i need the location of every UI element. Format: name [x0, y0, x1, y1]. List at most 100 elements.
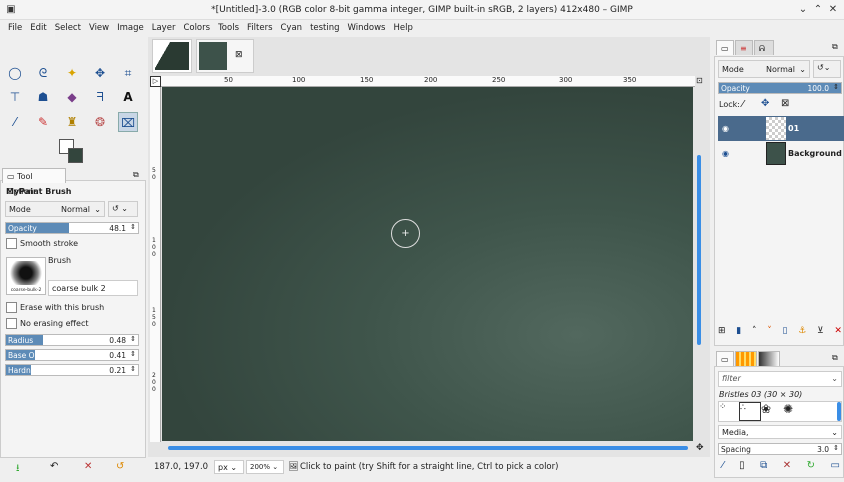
tab-brushes[interactable]: ▭: [716, 351, 734, 366]
menu-file[interactable]: File: [4, 20, 26, 37]
lower-layer-icon[interactable]: ˅: [767, 326, 772, 336]
lock-pixels-icon[interactable]: ⁄: [742, 99, 744, 110]
clone-icon[interactable]: ♜: [62, 112, 82, 132]
menu-help[interactable]: Help: [389, 20, 416, 37]
bucket-fill-icon[interactable]: ◆: [62, 87, 82, 107]
menu-layer[interactable]: Layer: [148, 20, 180, 37]
image-tab-1[interactable]: [152, 39, 192, 73]
image-canvas[interactable]: [162, 87, 693, 441]
navigate-icon[interactable]: ⊡: [696, 76, 703, 85]
lock-alpha-icon[interactable]: ⊠: [781, 98, 789, 109]
tab-tool-options[interactable]: ▭ Tool Options: [2, 168, 66, 196]
mode-dropdown[interactable]: Mode Normal ⌄: [5, 201, 105, 217]
menu-tools[interactable]: Tools: [214, 20, 243, 37]
brush-name-field[interactable]: coarse bulk 2: [48, 280, 138, 296]
reset-mode-dropdown[interactable]: ↺ ⌄: [108, 201, 138, 217]
visibility-eye-icon[interactable]: ◉: [722, 141, 729, 166]
menu-filters[interactable]: Filters: [243, 20, 276, 37]
brush-preview[interactable]: coarse-bulk-2: [6, 257, 46, 295]
text-icon[interactable]: A: [118, 87, 138, 107]
opacity-slider[interactable]: Opacity 48.1 ⇕: [5, 222, 139, 234]
edit-brush-icon[interactable]: ⁄: [722, 460, 724, 471]
delete-options-icon[interactable]: ✕: [84, 461, 92, 472]
refresh-brushes-icon[interactable]: ↻: [807, 460, 815, 471]
hardness-slider[interactable]: Hardness 0.21 ⇕: [5, 364, 139, 376]
pencil-icon[interactable]: ✎: [33, 112, 53, 132]
warp-icon[interactable]: ☗: [33, 87, 53, 107]
menu-edit[interactable]: Edit: [26, 20, 50, 37]
brush-item[interactable]: ✺: [783, 402, 805, 421]
new-layer-group-icon[interactable]: ⊞: [718, 326, 726, 336]
layer-composite-dropdown[interactable]: ↺⌄: [813, 60, 841, 78]
brush-tag-input[interactable]: Media, ⌄: [718, 425, 842, 439]
vertical-scrollbar[interactable]: [697, 155, 701, 345]
minimize-button[interactable]: ⌄: [796, 3, 810, 17]
brush-grid[interactable]: ⁘ ∴ ❀ ✺: [718, 401, 842, 422]
crop-icon[interactable]: ⌗: [118, 63, 138, 83]
base-opacity-slider[interactable]: Base Opacity 0.41 ⇕: [5, 349, 139, 361]
color-picker-icon[interactable]: ⁄: [5, 112, 25, 132]
layer-opacity-slider[interactable]: Opacity 100.0 ⇕: [718, 82, 842, 94]
panel-menu-icon[interactable]: ⧉: [832, 353, 838, 363]
anchor-layer-icon[interactable]: ⚓: [798, 326, 806, 336]
unified-transform-icon[interactable]: ⊤: [5, 87, 25, 107]
quick-mask-toggle[interactable]: ▷: [150, 76, 161, 87]
erase-checkbox[interactable]: [6, 302, 17, 313]
new-layer-icon[interactable]: ▮: [736, 326, 741, 336]
panel-menu-icon[interactable]: ⧉: [133, 170, 139, 180]
tab-paths[interactable]: ᕱ: [754, 40, 774, 55]
smooth-stroke-checkbox[interactable]: [6, 238, 17, 249]
menu-testing[interactable]: testing: [306, 20, 343, 37]
merge-layer-icon[interactable]: ⊻: [817, 326, 824, 336]
brush-scrollbar[interactable]: [837, 402, 841, 421]
raise-layer-icon[interactable]: ˄: [752, 326, 757, 336]
background-color[interactable]: [68, 148, 83, 163]
visibility-eye-icon[interactable]: ◉: [722, 116, 729, 141]
menu-select[interactable]: Select: [51, 20, 85, 37]
restore-options-icon[interactable]: ↶: [50, 461, 58, 472]
menu-cyan[interactable]: Cyan: [277, 20, 307, 37]
image-tab-2[interactable]: ⊠: [196, 39, 254, 73]
lasso-icon[interactable]: ᘓ: [33, 63, 53, 83]
navigate-cross-icon[interactable]: ✥: [696, 443, 704, 453]
radius-slider[interactable]: Radius 0.48 ⇕: [5, 334, 139, 346]
menu-image[interactable]: Image: [113, 20, 148, 37]
brush-item-selected[interactable]: ∴: [739, 402, 761, 421]
duplicate-brush-icon[interactable]: ⧉: [760, 460, 767, 471]
new-brush-icon[interactable]: ▯: [739, 460, 745, 471]
brush-item[interactable]: ❀: [761, 402, 783, 421]
tab-layers[interactable]: ▭: [716, 40, 734, 55]
tab-patterns[interactable]: [735, 351, 757, 366]
save-options-icon[interactable]: ⭳: [16, 461, 20, 478]
unit-dropdown[interactable]: px ⌄: [214, 460, 244, 474]
lock-position-icon[interactable]: ✥: [761, 98, 769, 109]
maximize-button[interactable]: ⌃: [811, 3, 825, 17]
brush-item[interactable]: ⁘: [719, 402, 739, 421]
brush-filter-input[interactable]: filter ⌄: [718, 371, 842, 387]
layer-mode-dropdown[interactable]: Mode Normal ⌄: [718, 60, 810, 78]
menu-windows[interactable]: Windows: [344, 20, 390, 37]
layer-row[interactable]: ◉ 01: [718, 116, 844, 141]
ellipse-select-icon[interactable]: ◯: [5, 63, 25, 83]
close-button[interactable]: ✕: [826, 3, 840, 17]
menu-colors[interactable]: Colors: [179, 20, 214, 37]
layer-row[interactable]: ◉ Background: [718, 141, 844, 166]
tab-gradients[interactable]: [758, 351, 780, 366]
paths-icon[interactable]: ᖷ: [90, 87, 110, 107]
close-tab-icon[interactable]: ⊠: [235, 50, 243, 60]
horizontal-scrollbar[interactable]: [168, 446, 688, 450]
panel-menu-icon[interactable]: ⧉: [832, 42, 838, 52]
tab-channels[interactable]: ≡: [735, 40, 753, 55]
menu-view[interactable]: View: [85, 20, 113, 37]
mypaint-brush-icon[interactable]: ⌧: [118, 112, 138, 132]
delete-brush-icon[interactable]: ✕: [783, 460, 791, 471]
spacing-slider[interactable]: Spacing 3.0 ⇕: [718, 443, 842, 455]
zoom-dropdown[interactable]: 200% ⌄: [246, 460, 284, 474]
move-icon[interactable]: ✥: [90, 63, 110, 83]
no-erasing-checkbox[interactable]: [6, 318, 17, 329]
fuzzy-select-icon[interactable]: ✦: [62, 63, 82, 83]
duplicate-layer-icon[interactable]: ▯: [783, 326, 788, 336]
delete-layer-icon[interactable]: ✕: [834, 326, 842, 336]
smudge-icon[interactable]: ❂: [90, 112, 110, 132]
reset-options-icon[interactable]: ↺: [116, 461, 124, 472]
